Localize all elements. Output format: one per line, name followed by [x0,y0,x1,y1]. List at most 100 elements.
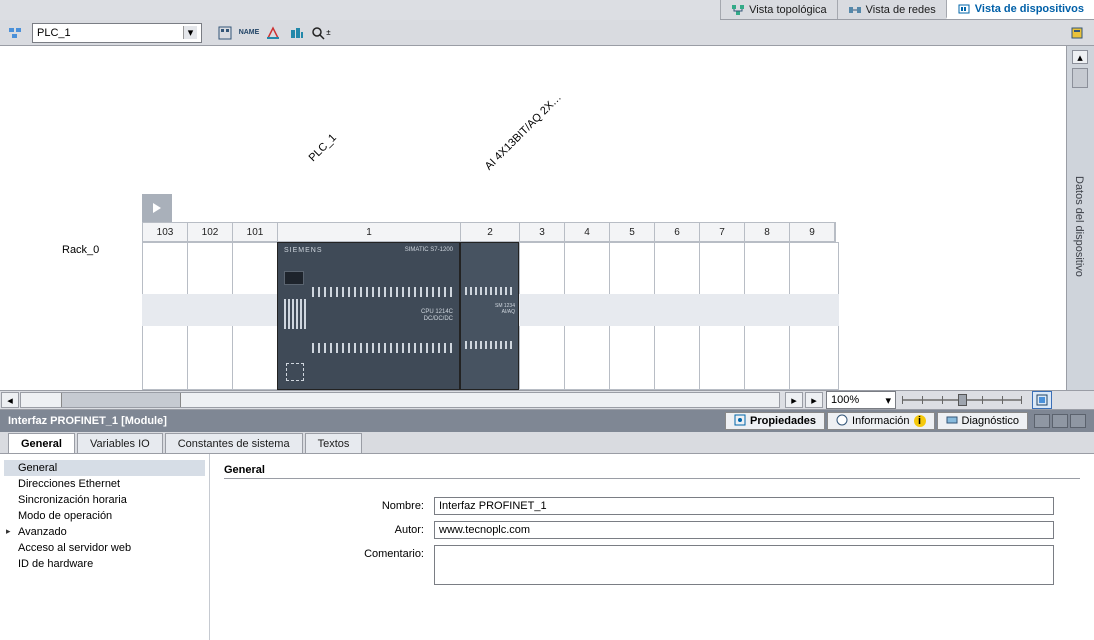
prop-tab-consts[interactable]: Constantes de sistema [165,433,303,453]
topology-icon [731,4,745,16]
slot-7[interactable]: 7 [700,223,745,241]
slot-8[interactable]: 8 [745,223,790,241]
slot-3[interactable]: 3 [520,223,565,241]
cpu-brand: SIEMENS [284,247,323,254]
tree-general[interactable]: General [4,460,205,476]
tab-network-view[interactable]: Vista de redes [837,0,946,19]
slot-9[interactable]: 9 [790,223,835,241]
tab-topology-view[interactable]: Vista topológica [720,0,836,19]
slot-header-row: 103 102 101 1 2 3 4 5 6 7 8 9 [142,222,836,242]
hscroll-right-button[interactable]: ▸ [785,392,803,408]
slot-5[interactable]: 5 [610,223,655,241]
author-input[interactable] [434,521,1054,539]
prop-tab-texts[interactable]: Textos [305,433,363,453]
comment-textarea[interactable] [434,545,1054,585]
device-data-panel-label[interactable]: Datos del dispositivo [1073,176,1085,277]
ai-io-top-icon [465,287,514,295]
tree-advanced[interactable]: Avanzado [4,524,205,540]
devices-icon [957,3,971,15]
slot-1[interactable]: 1 [278,223,461,241]
zoom-slider[interactable] [902,394,1022,406]
zoom-slider-thumb[interactable] [958,394,967,406]
prop-tab-texts-label: Textos [318,438,350,450]
zoom-value: 100% [831,394,859,406]
name-label: Nombre: [224,497,434,512]
zoom-tool-button[interactable]: ± [310,23,332,43]
vscroll-up-button[interactable]: ▴ [1072,50,1088,64]
slot-101[interactable]: 101 [233,223,278,241]
device-selector[interactable]: PLC_1 ▾ [32,23,202,43]
cpu-type-label: CPU 1214C DC/DC/DC [421,309,453,322]
slot-2[interactable]: 2 [461,223,520,241]
hscroll-thumb[interactable] [61,393,181,407]
tree-ethernet[interactable]: Direcciones Ethernet [4,476,205,492]
catalog-button[interactable] [1066,23,1088,43]
show-io-button[interactable] [286,23,308,43]
diagnostics-icon [946,414,958,429]
view-tabs: Vista topológica Vista de redes Vista de… [720,0,1094,20]
property-form: General Nombre: Autor: Comentario: [210,454,1094,640]
inspector-tab-diagnostics[interactable]: Diagnóstico [937,412,1028,430]
tree-timesync[interactable]: Sincronización horaria [4,492,205,508]
hscroll-track[interactable] [20,392,780,408]
prop-tab-general[interactable]: General [8,433,75,453]
ai-io-bot-icon [465,341,514,349]
inspector-title: Interfaz PROFINET_1 [Module] [8,415,167,427]
show-module-labels-button[interactable] [214,23,236,43]
inspector-tab-properties[interactable]: Propiedades [725,412,825,430]
author-label: Autor: [224,521,434,536]
slot-4[interactable]: 4 [565,223,610,241]
tab-network-label: Vista de redes [866,4,936,16]
hscroll-end-button[interactable]: ▸ [805,392,823,408]
ai-type-label: SM 1234 AI/AQ [495,303,515,315]
properties-icon [734,414,746,429]
tab-devices-label: Vista de dispositivos [975,3,1084,15]
prop-tab-general-label: General [21,438,62,450]
ai-module[interactable]: SM 1234 AI/AQ [460,242,519,390]
slot-102[interactable]: 102 [188,223,233,241]
zoom-fit-button[interactable] [1032,391,1052,409]
prop-tab-vars[interactable]: Variables IO [77,433,163,453]
inspector-tab-properties-label: Propiedades [750,415,816,427]
inspector-restore-button[interactable] [1052,414,1068,428]
cpu-module[interactable]: SIEMENS SIMATIC S7-1200 CPU 1214C DC/DC/… [277,242,460,390]
form-section-title: General [224,464,1080,476]
slot-103[interactable]: 103 [143,223,188,241]
section-divider [224,478,1080,479]
play-icon [152,202,162,214]
prop-tab-vars-label: Variables IO [90,438,150,450]
tree-opmode[interactable]: Modo de operación [4,508,205,524]
tree-webserver[interactable]: Acceso al servidor web [4,540,205,556]
show-names-button[interactable]: NAME [238,23,260,43]
device-tree-button[interactable] [4,23,26,43]
tree-hwid[interactable]: ID de hardware [4,556,205,572]
vscroll-thumb[interactable] [1072,68,1088,88]
canvas-status-bar: ◂ ▸ ▸ 100% ▾ [0,390,1094,410]
rack-expand-button[interactable] [142,194,172,222]
cpu-ethernet-port-icon [286,363,304,381]
property-tabs: General Variables IO Constantes de siste… [0,432,1094,454]
dropdown-arrow-icon: ▾ [885,394,891,407]
canvas-ai-label: AI 4X13BIT/AQ 2X… [483,91,564,172]
tab-topology-label: Vista topológica [749,4,826,16]
device-toolbar: PLC_1 ▾ NAME ± [0,20,1094,46]
cpu-io-top-icon [312,287,455,297]
inspector-tab-information[interactable]: Información i [827,412,934,430]
inspector-tab-information-label: Información [852,415,909,427]
zoom-selector[interactable]: 100% ▾ [826,391,896,409]
network-icon [848,4,862,16]
device-canvas[interactable]: PLC_1 AI 4X13BIT/AQ 2X… Rack_0 103 102 1… [0,46,1066,390]
dropdown-arrow-icon: ▾ [183,26,197,39]
tab-devices-view[interactable]: Vista de dispositivos [946,0,1094,19]
show-addresses-button[interactable] [262,23,284,43]
slot-6[interactable]: 6 [655,223,700,241]
prop-tab-consts-label: Constantes de sistema [178,438,290,450]
inspector-title-bar: Interfaz PROFINET_1 [Module] Propiedades… [0,410,1094,432]
name-input[interactable] [434,497,1054,515]
inspector-minimize-button[interactable] [1034,414,1050,428]
property-tree: General Direcciones Ethernet Sincronizac… [0,454,210,640]
cpu-leds-icon [284,299,306,329]
cpu-model: SIMATIC S7-1200 [405,247,453,253]
hscroll-left-button[interactable]: ◂ [1,392,19,408]
inspector-maximize-button[interactable] [1070,414,1086,428]
